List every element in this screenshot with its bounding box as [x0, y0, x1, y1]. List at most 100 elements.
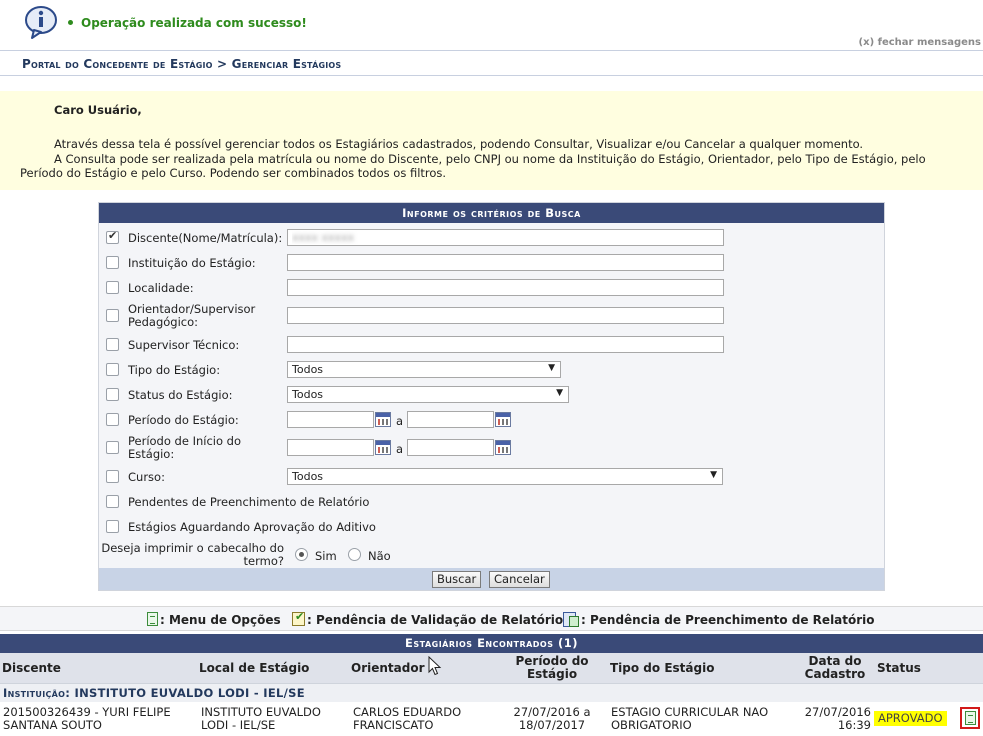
- institution-prefix: Instituição:: [3, 686, 71, 700]
- discente-checkbox[interactable]: [106, 229, 119, 244]
- menu-options-icon: [965, 711, 976, 725]
- col-periodo: Período do Estágio: [515, 654, 589, 681]
- close-messages-link[interactable]: (x) fechar mensagens: [859, 37, 981, 48]
- instituicao-input[interactable]: [287, 254, 724, 271]
- cell-local-line1: INSTITUTO EUVALDO: [201, 705, 321, 719]
- instituicao-label: Instituição do Estágio:: [128, 256, 256, 270]
- cell-discente: 201500326439 - YURI FELIPE SANTANA SOUTO: [3, 706, 171, 732]
- legend-validacao: : Pendência de Validação de Relatório: [292, 610, 564, 627]
- instituicao-row: Instituição do Estágio:: [99, 253, 884, 273]
- cell-orientador-line2: FRANCISCATO: [353, 718, 434, 732]
- orientador-checkbox[interactable]: [106, 309, 119, 322]
- calendar-icon[interactable]: [375, 412, 391, 427]
- legend-menu: : Menu de Opções: [147, 612, 281, 627]
- icon-legend: : Menu de Opções : Pendência de Validaçã…: [0, 606, 983, 631]
- localidade-input[interactable]: [287, 279, 724, 296]
- calendar-icon[interactable]: [495, 412, 511, 427]
- calendar-icon[interactable]: [495, 440, 511, 455]
- greeting: Caro Usuário,: [54, 103, 142, 117]
- periodo-label: Período do Estágio:: [128, 413, 239, 427]
- supervisor-checkbox[interactable]: [106, 338, 119, 351]
- dropdown-arrow-icon: ▼: [548, 363, 555, 373]
- curso-label: Curso:: [128, 470, 165, 484]
- breadcrumb: Portal do Concedente de Estágio > Gerenc…: [22, 57, 342, 71]
- dropdown-arrow-icon: ▼: [710, 470, 717, 480]
- validation-pending-icon: [292, 610, 305, 626]
- curso-row: Curso: Todos ▼: [99, 467, 884, 487]
- row-menu-button[interactable]: [960, 707, 980, 729]
- periodo-inicio-start-input[interactable]: [287, 439, 374, 456]
- instituicao-checkbox[interactable]: [106, 256, 119, 269]
- print-header-yes-radio[interactable]: [295, 548, 308, 561]
- cancel-button[interactable]: Cancelar: [489, 571, 550, 588]
- institution-group-label: Instituição: INSTITUTO EUVALDO LODI - IE…: [3, 686, 305, 700]
- discente-input[interactable]: [287, 229, 724, 246]
- legend-menu-label: : Menu de Opções: [160, 613, 281, 627]
- localidade-label: Localidade:: [128, 281, 194, 295]
- institution-group-row: Instituição: INSTITUTO EUVALDO LODI - IE…: [0, 683, 983, 702]
- tipo-label: Tipo do Estágio:: [128, 363, 221, 377]
- periodo-end-input[interactable]: [407, 411, 494, 428]
- col-orientador: Orientador: [351, 661, 425, 675]
- institution-name: INSTITUTO EUVALDO LODI - IEL/SE: [74, 686, 305, 700]
- status-select-value: Todos: [292, 388, 324, 401]
- periodo-start-input[interactable]: [287, 411, 374, 428]
- col-local: Local de Estágio: [199, 661, 310, 675]
- tipo-select[interactable]: Todos ▼: [287, 361, 561, 378]
- cell-periodo-line2: 18/07/2017: [518, 718, 586, 732]
- supervisor-input[interactable]: [287, 336, 724, 353]
- curso-select[interactable]: Todos ▼: [287, 468, 723, 485]
- aditivo-row: Estágios Aguardando Aprovação do Aditivo: [99, 518, 884, 538]
- cell-orientador: CARLOS EDUARDO FRANCISCATO: [353, 706, 461, 732]
- form-footer: Buscar Cancelar: [99, 568, 884, 590]
- success-message-text: Operação realizada com sucesso!: [81, 16, 307, 30]
- periodo-inicio-separator: a: [396, 442, 404, 456]
- table-row: 201500326439 - YURI FELIPE SANTANA SOUTO …: [0, 702, 983, 736]
- info-icon: [25, 6, 57, 39]
- mouse-cursor-icon: [428, 656, 442, 676]
- tipo-checkbox[interactable]: [106, 363, 119, 376]
- status-badge: APROVADO: [874, 711, 947, 726]
- legend-validacao-label: : Pendência de Validação de Relatório: [307, 613, 564, 627]
- col-tipo: Tipo do Estágio: [610, 661, 715, 675]
- periodo-separator: a: [396, 414, 404, 428]
- bullet-icon: [68, 20, 73, 25]
- cell-discente-line1: 201500326439 - YURI FELIPE: [3, 705, 171, 719]
- orientador-label: Orientador/Supervisor Pedagógico:: [128, 302, 256, 329]
- pendentes-checkbox[interactable]: [106, 495, 119, 508]
- cell-data-line2: 16:39: [837, 718, 871, 732]
- localidade-checkbox[interactable]: [106, 281, 119, 294]
- orientador-input[interactable]: [287, 307, 724, 324]
- discente-row: Discente(Nome/Matrícula):: [99, 228, 884, 248]
- instructions-paragraph-1: Através dessa tela é possível gerenciar …: [54, 137, 864, 151]
- results-title: Estagiários Encontrados (1): [0, 634, 983, 653]
- periodo-inicio-end-input[interactable]: [407, 439, 494, 456]
- cell-tipo: ESTAGIO CURRICULAR NAO OBRIGATORIO: [611, 706, 768, 732]
- cell-tipo-line2: OBRIGATORIO: [611, 718, 692, 732]
- status-label: Status do Estágio:: [128, 388, 233, 402]
- menu-options-icon: [147, 612, 158, 626]
- col-data: Data do Cadastro: [804, 654, 866, 681]
- print-header-label: Deseja imprimir o cabecalho do termo?: [101, 541, 284, 568]
- dropdown-arrow-icon: ▼: [556, 388, 563, 398]
- calendar-icon[interactable]: [375, 440, 391, 455]
- status-select[interactable]: Todos ▼: [287, 386, 569, 403]
- print-header-row: Deseja imprimir o cabecalho do termo? Si…: [99, 541, 884, 568]
- localidade-row: Localidade:: [99, 278, 884, 298]
- periodo-row: Período do Estágio: a: [99, 410, 884, 430]
- print-header-no-radio[interactable]: [348, 548, 361, 561]
- cell-discente-line2: SANTANA SOUTO: [3, 718, 102, 732]
- aditivo-checkbox[interactable]: [106, 520, 119, 533]
- status-checkbox[interactable]: [106, 388, 119, 401]
- curso-checkbox[interactable]: [106, 470, 119, 483]
- tipo-row: Tipo do Estágio: Todos ▼: [99, 360, 884, 380]
- legend-preenchimento: : Pendência de Preenchimento de Relatóri…: [563, 612, 875, 627]
- periodo-inicio-checkbox[interactable]: [106, 441, 119, 454]
- search-button[interactable]: Buscar: [432, 571, 482, 588]
- periodo-inicio-row: Período de Início do Estágio: a: [99, 434, 884, 464]
- cell-periodo: 27/07/2016 a 18/07/2017: [506, 706, 598, 732]
- fill-pending-icon: [563, 612, 579, 627]
- results-table-header: Discente Local de Estágio Orientador Per…: [0, 653, 983, 683]
- periodo-checkbox[interactable]: [106, 413, 119, 426]
- curso-select-value: Todos: [292, 470, 324, 483]
